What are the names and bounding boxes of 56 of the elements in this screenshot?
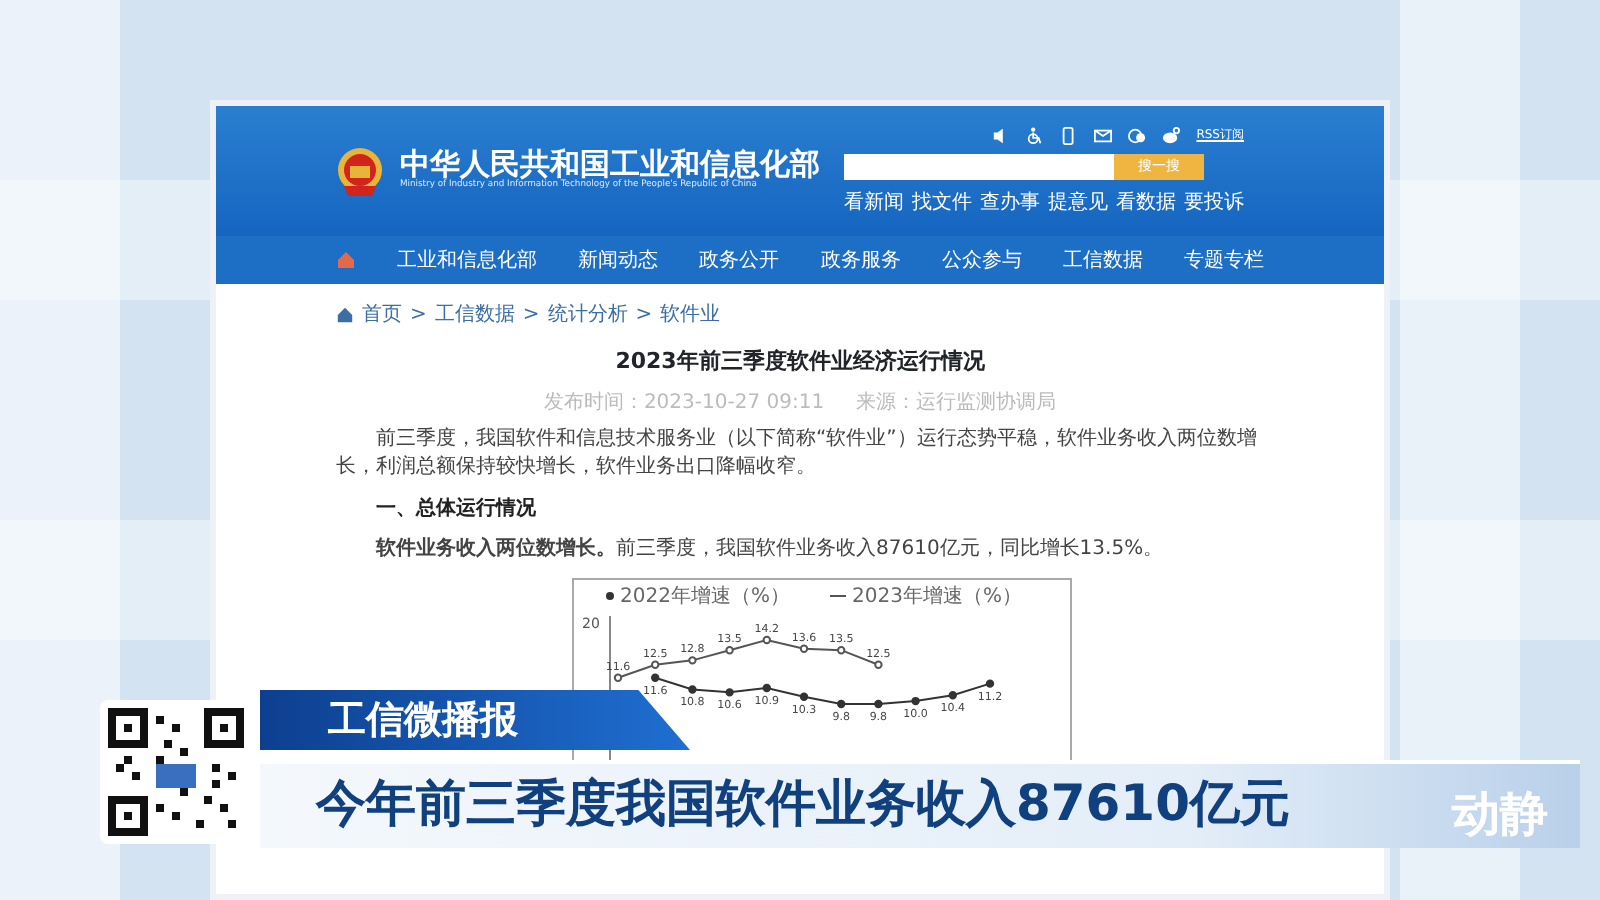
breadcrumb-separator: > [635,302,653,330]
data-point [613,672,623,681]
data-point [725,645,734,654]
quick-link[interactable]: 看新闻 [844,187,904,217]
mail-icon[interactable] [1094,125,1113,145]
article-title: 2023年前三季度软件业经济运行情况 [613,346,987,378]
nav-link[interactable]: 专题专栏 [1183,245,1264,275]
site-title: 中华人民共和国工业和信息化部 [400,149,820,180]
data-point [985,678,995,687]
data-point [799,643,809,652]
breadcrumb-separator: > [522,302,540,330]
quick-link[interactable]: 找文件 [912,187,972,217]
channel-logo: 动静 [1452,790,1548,838]
chat-icon[interactable] [1128,125,1147,145]
data-point [688,684,697,693]
data-point [874,659,883,668]
mobile-icon[interactable] [1060,125,1079,145]
data-point [837,698,846,708]
breadcrumb-link[interactable]: 工信数据 [434,300,515,330]
paragraph: 前三季度，我国软件和信息技术服务业（以下简称“软件业”）运行态势平稳，软件业务收入两位数增长，利润总额保持较快增长，软件业务出口降幅收窄。 [336,425,1259,482]
nav-link[interactable]: 工业和信息化部 [397,245,538,275]
breadcrumb-separator: > [410,302,427,330]
search-field[interactable] [844,153,1114,179]
paragraph: 软件业务收入两位数增长。前三季度，我国软件业务收入87610亿元，同比增长13.5%。 [373,536,1166,564]
data-point [837,645,846,654]
quick-link[interactable]: 看数据 [1116,187,1176,217]
data-point [762,682,771,692]
section-heading: 一、总体运行情况 [374,495,538,523]
nav-link[interactable]: 新闻动态 [578,245,659,275]
data-point [688,655,697,664]
quick-link[interactable]: 提意见 [1048,187,1108,217]
data-point [725,687,734,696]
article-meta: 发布时间：2023-10-27 09:11 [543,389,825,417]
legend-item: 2022年增速（%） [606,585,790,607]
data-point [874,698,883,708]
quick-link[interactable]: 查办事 [980,187,1040,217]
home-icon [336,306,354,324]
data-point [651,659,660,668]
data-point [911,695,920,705]
breadcrumb-link[interactable]: 统计分析 [547,300,628,330]
emblem-icon [336,145,384,197]
nav-link[interactable]: 政务服务 [820,245,901,275]
nav-link[interactable]: 公众参与 [941,245,1022,275]
breadcrumb-link[interactable]: 首页 [362,300,402,330]
nav-link[interactable]: 工信数据 [1062,245,1143,275]
data-point [651,672,660,681]
data-point [948,690,957,699]
wheelchair-icon[interactable] [1026,125,1045,145]
data-point [799,691,809,700]
legend-item: 2023年增速（%） [829,585,1022,607]
legend-label: 2023年增速（%） [852,583,1022,607]
nav-link[interactable]: 政务公开 [699,245,780,275]
quick-link[interactable]: 要投诉 [1184,187,1244,217]
article-meta: 来源：运行监测协调局 [856,389,1057,417]
data-point [762,634,771,644]
breadcrumb-link[interactable]: 软件业 [660,300,721,330]
